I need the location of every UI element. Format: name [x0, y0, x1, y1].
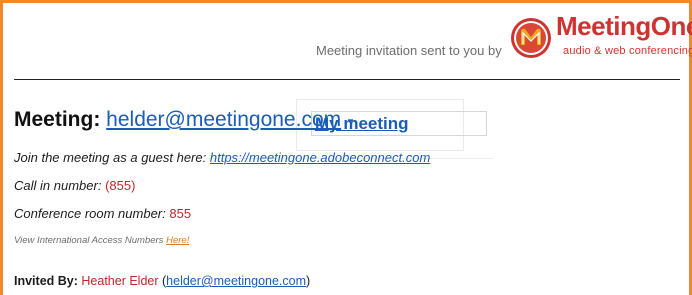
meeting-title-line: Meeting: helder@meetingone.com - — [14, 108, 354, 132]
meeting-email-link[interactable]: helder@meetingone.com — [106, 108, 341, 131]
meetingone-logo-icon — [511, 18, 551, 58]
join-line: Join the meeting as a guest here: https:… — [14, 150, 430, 165]
join-label: Join the meeting as a guest here: — [14, 150, 207, 165]
international-text: View International Access Numbers — [14, 235, 164, 246]
conference-line: Conference room number: 855 — [14, 206, 191, 221]
invited-email-link[interactable]: helder@meetingone.com — [166, 274, 306, 288]
call-in-label: Call in number: — [14, 178, 102, 193]
international-line: View International Access Numbers Here! — [14, 235, 189, 246]
conference-number: 855 — [169, 206, 192, 221]
invited-label: Invited By: — [14, 274, 78, 288]
invited-close-paren: ) — [306, 274, 311, 288]
logo-wordmark: MeetingOne — [556, 11, 692, 41]
join-url-link[interactable]: https://meetingone.adobeconnect.com — [210, 150, 430, 165]
sent-by-text: Meeting invitation sent to you by — [316, 43, 502, 58]
invited-by-line: Invited By: Heather Elder (helder@meetin… — [14, 274, 310, 288]
call-in-line: Call in number: (855) — [14, 178, 135, 193]
meeting-name-link[interactable]: My meeting — [315, 114, 409, 134]
conference-label: Conference room number: — [14, 206, 166, 221]
meeting-label: Meeting: — [14, 108, 101, 131]
email-header: Meeting invitation sent to you by Meetin… — [0, 0, 692, 80]
invited-name: Heather Elder — [81, 274, 159, 288]
call-in-number: (855) — [105, 178, 136, 193]
international-here-link[interactable]: Here! — [166, 235, 189, 246]
header-divider — [14, 79, 680, 80]
logo-tagline: audio & web conferencing — [563, 45, 692, 57]
